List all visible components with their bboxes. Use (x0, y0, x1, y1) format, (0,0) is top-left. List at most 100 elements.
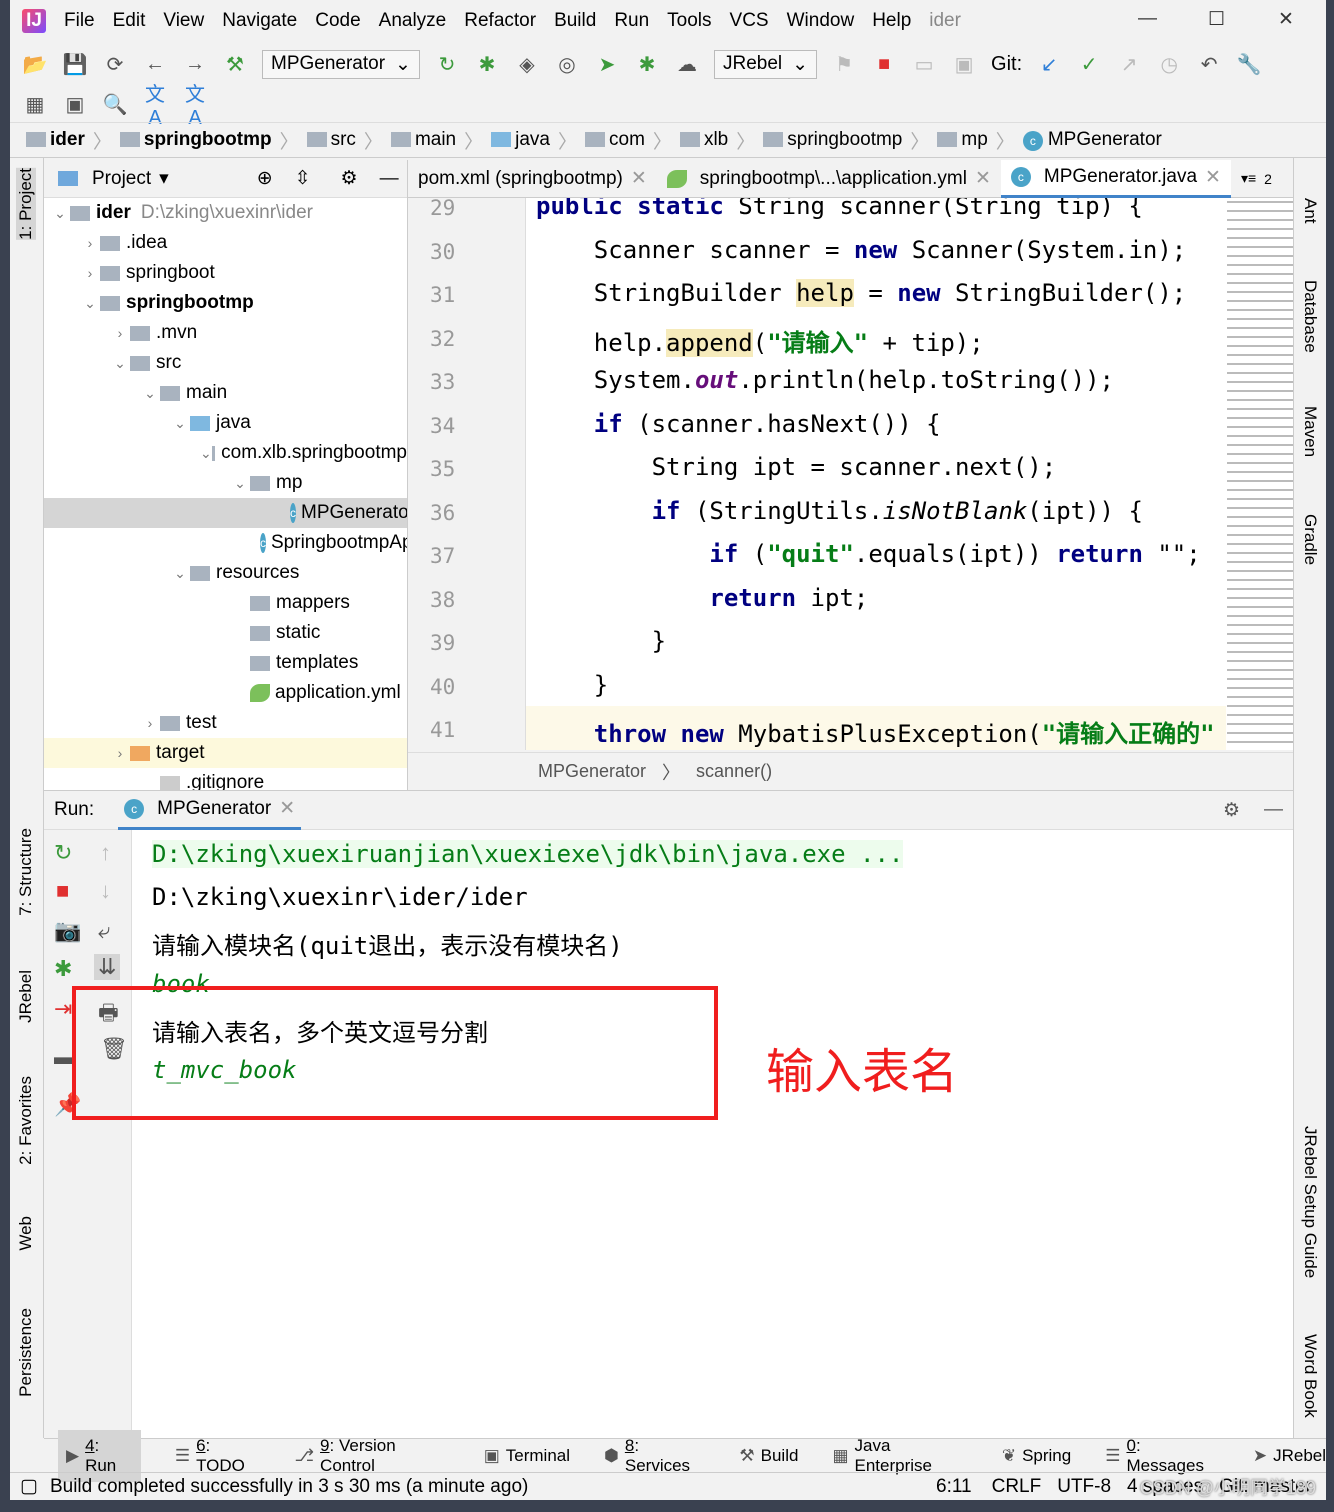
stripe-jrebel-setup[interactable]: JRebel Setup Guide (1300, 1126, 1320, 1278)
build-hammer-icon[interactable]: ⚒ (222, 52, 248, 77)
crumb-mp[interactable]: mp (937, 129, 988, 151)
tree-item[interactable]: application.yml (44, 678, 407, 708)
run-config-select[interactable]: MPGenerator ⌄ (262, 49, 420, 79)
chevron-down-icon[interactable]: ⌄ (170, 415, 190, 432)
menu-navigate[interactable]: Navigate (222, 10, 297, 32)
tree-item[interactable]: ⌄ springbootmp (44, 288, 407, 318)
tab-mpgenerator-java[interactable]: c MPGenerator.java ✕ (1000, 159, 1231, 198)
crumb-java[interactable]: java (491, 129, 550, 151)
stripe-maven[interactable]: Maven (1300, 406, 1320, 457)
stripe-project[interactable]: 1: Project (16, 168, 36, 240)
stripe-favorites[interactable]: 2: Favorites (16, 1076, 36, 1165)
chevron-down-icon[interactable]: ⌄ (200, 445, 212, 462)
chevron-right-icon[interactable]: › (80, 235, 100, 251)
back-icon[interactable]: ← (142, 53, 168, 76)
revert-icon[interactable]: ↶ (1196, 52, 1222, 77)
hide-icon[interactable]: — (1264, 799, 1283, 821)
tool-tab-messages[interactable]: ☰ 0: Messages (1105, 1436, 1219, 1476)
scroll-down-icon[interactable]: ↓ (100, 878, 111, 904)
menu-window[interactable]: Window (787, 10, 855, 32)
save-icon[interactable]: 💾 (62, 52, 88, 77)
tool-tab-todo[interactable]: ☰ 6: TODO (175, 1436, 261, 1476)
tree-item[interactable]: ⌄ resources (44, 558, 407, 588)
stripe-word-book[interactable]: Word Book (1300, 1334, 1320, 1418)
close-tab-icon[interactable]: ✕ (631, 167, 647, 190)
toggle-tool-windows-icon[interactable]: ▢ (20, 1475, 38, 1498)
stripe-structure[interactable]: 7: Structure (16, 828, 36, 916)
crumb-src[interactable]: src (306, 129, 356, 151)
chevron-down-icon[interactable]: ⌄ (80, 295, 100, 312)
chevron-right-icon[interactable]: › (110, 325, 130, 341)
jrebel-debug-icon[interactable]: ✱ (634, 52, 660, 77)
rerun-icon[interactable]: ↻ (434, 52, 460, 77)
tree-item[interactable]: › .idea (44, 228, 407, 258)
camera-icon[interactable]: 📷 (54, 918, 81, 944)
tree-item[interactable]: static (44, 618, 407, 648)
debug-icon[interactable]: ✱ (474, 52, 500, 77)
tree-item[interactable]: cSpringbootmpApplication (44, 528, 407, 558)
tree-item[interactable]: ⌄ ider D:\zking\xuexinr\ider (44, 198, 407, 228)
chevron-down-icon[interactable]: ⌄ (170, 565, 190, 582)
git-update-icon[interactable]: ↙ (1036, 52, 1062, 77)
project-view-select[interactable]: Project (92, 168, 151, 190)
tab-pom-xml[interactable]: pom.xml (springbootmp) ✕ (408, 160, 657, 198)
tree-item[interactable]: ⌄ src (44, 348, 407, 378)
maximize-button[interactable]: ☐ (1208, 8, 1225, 31)
tab-application-yml[interactable]: springbootmp\...\application.yml ✕ (657, 160, 1001, 198)
stripe-ant[interactable]: Ant (1300, 198, 1320, 224)
console-output[interactable]: D:\zking\xuexiruanjian\xuexiexe\jdk\bin\… (132, 830, 1293, 1438)
attach-icon[interactable]: ⚑ (831, 52, 857, 77)
soft-wrap-icon[interactable]: ⤶ (98, 918, 110, 944)
chevron-down-icon[interactable]: ⌄ (140, 385, 160, 402)
chevron-down-icon[interactable]: ⌄ (50, 205, 70, 222)
crumb-com[interactable]: com (585, 129, 645, 151)
menu-code[interactable]: Code (315, 10, 360, 32)
exit-icon[interactable]: ⇥ (54, 996, 72, 1022)
menu-edit[interactable]: Edit (113, 10, 146, 32)
git-push-icon[interactable]: ↗ (1116, 52, 1142, 77)
stop-icon[interactable]: ■ (871, 53, 897, 76)
caret-position[interactable]: 6:11 (936, 1476, 972, 1498)
tree-item[interactable]: › target (44, 738, 407, 768)
crumb-mpgenerator[interactable]: c MPGenerator (1022, 129, 1162, 151)
menu-file[interactable]: File (64, 10, 95, 32)
tool-tab-services[interactable]: ⬢ 8: Services (604, 1436, 705, 1476)
stop-icon[interactable]: ■ (56, 878, 69, 904)
tree-item[interactable]: ⌄ com.xlb.springbootmp (44, 438, 407, 468)
tool-tab-java-enterprise[interactable]: ▦ Java Enterprise (832, 1436, 967, 1476)
close-tab-icon[interactable]: ✕ (1205, 166, 1221, 189)
tree-item[interactable]: › .mvn (44, 318, 407, 348)
chevron-right-icon[interactable]: › (80, 265, 100, 281)
tool-tab-version-control[interactable]: ⎇ 9: Version Control (294, 1436, 449, 1476)
crumb-class[interactable]: MPGenerator (538, 761, 646, 782)
jrebel-run-icon[interactable]: ➤ (594, 52, 620, 77)
tree-item[interactable]: ⌄ java (44, 408, 407, 438)
stripe-jrebel[interactable]: JRebel (16, 970, 36, 1023)
crumb-main[interactable]: main (390, 129, 456, 151)
sync-icon[interactable]: ⟳ (102, 52, 128, 77)
chevron-right-icon[interactable]: › (110, 745, 130, 761)
scroll-up-icon[interactable]: ↑ (100, 840, 111, 866)
tree-item[interactable]: ⌄ mp (44, 468, 407, 498)
line-separator[interactable]: CRLF (992, 1476, 1042, 1498)
jrebel-icon[interactable]: ☁ (674, 52, 700, 77)
status-message[interactable]: Build completed successfully in 3 s 30 m… (50, 1476, 528, 1498)
coverage-icon[interactable]: ◈ (514, 52, 540, 77)
stripe-web[interactable]: Web (16, 1216, 36, 1251)
history-icon[interactable]: ◷ (1156, 52, 1182, 77)
scroll-to-end-icon[interactable]: ⇊ (94, 954, 121, 980)
chevron-down-icon[interactable]: ⌄ (230, 475, 250, 492)
forward-icon[interactable]: → (182, 53, 208, 76)
tree-item[interactable]: › springboot (44, 258, 407, 288)
presentation-icon[interactable]: ▣ (62, 92, 88, 117)
collapse-icon[interactable]: ⇳ (295, 167, 311, 190)
menu-refactor[interactable]: Refactor (464, 10, 536, 32)
jrebel-select[interactable]: JRebel ⌄ (713, 49, 818, 79)
crumb-method[interactable]: scanner() (696, 761, 772, 782)
chevron-right-icon[interactable]: › (140, 715, 160, 731)
menu-vcs[interactable]: VCS (730, 10, 769, 32)
minimize-button[interactable]: — (1138, 8, 1157, 30)
settings-wrench-icon[interactable]: 🔧 (1236, 52, 1262, 77)
tree-item[interactable]: ⌄ main (44, 378, 407, 408)
file-encoding[interactable]: UTF-8 (1057, 1476, 1111, 1498)
